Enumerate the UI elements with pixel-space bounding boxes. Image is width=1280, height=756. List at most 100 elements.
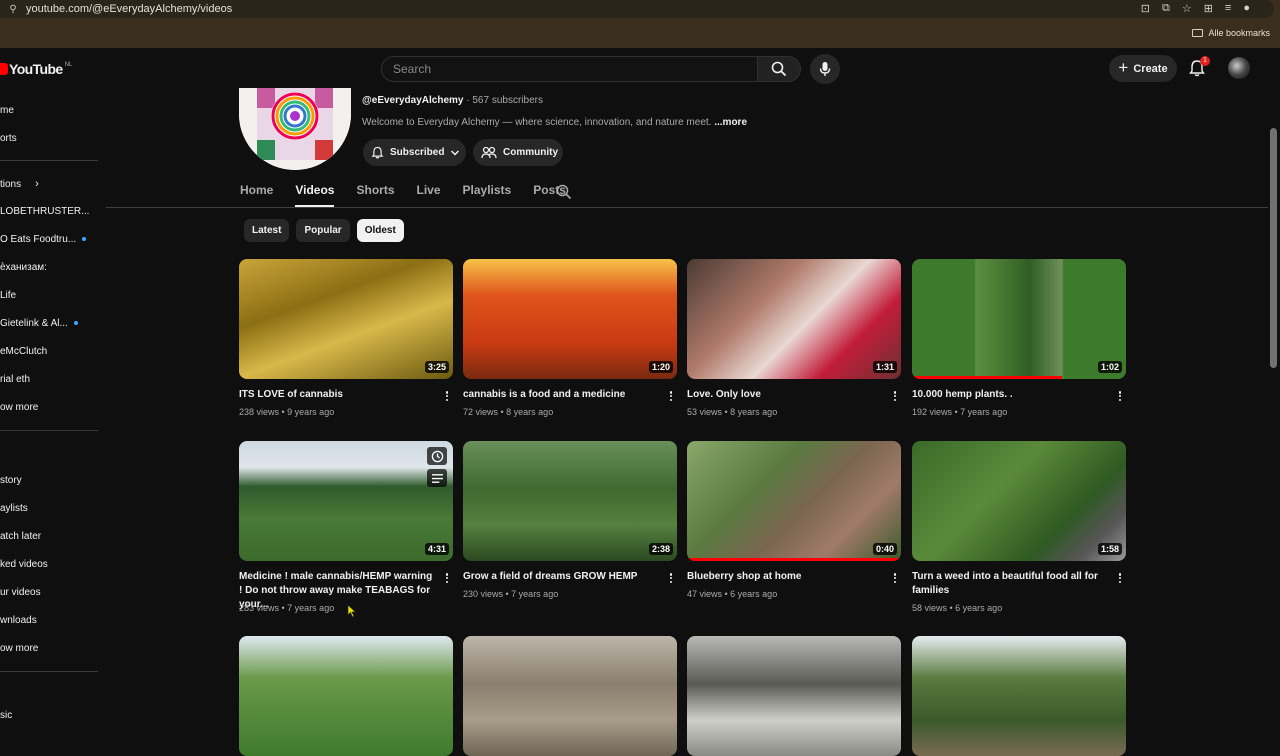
sidebar-item-your-videos[interactable]: ur videos	[0, 587, 41, 598]
video-card[interactable]	[687, 636, 901, 756]
video-card[interactable]: 2:38 Grow a field of dreams GROW HEMP 230 …	[463, 441, 677, 599]
video-title[interactable]: Love. Only love	[687, 388, 883, 402]
video-title[interactable]: Grow a field of dreams GROW HEMP	[463, 570, 659, 584]
open-in-app-icon[interactable]: ⧉	[1162, 2, 1170, 15]
all-bookmarks-button[interactable]: Alle bookmarks	[1192, 28, 1270, 38]
sidebar-show-more[interactable]: ow more	[0, 643, 38, 654]
description-more-link[interactable]: ...more	[714, 117, 747, 128]
subscribed-button[interactable]: Subscribed	[363, 139, 466, 166]
sidebar-subscription[interactable]: eMcClutch	[0, 346, 47, 357]
bookmark-star-icon[interactable]: ☆	[1182, 2, 1192, 15]
youtube-logo[interactable]: YouTube NL	[0, 61, 72, 77]
video-metadata: 238 views • 9 years ago	[239, 407, 335, 417]
more-actions-icon[interactable]	[1116, 389, 1124, 403]
account-avatar[interactable]	[1228, 57, 1250, 79]
video-thumbnail[interactable]: 2:38	[463, 441, 677, 561]
chip-oldest[interactable]: Oldest	[356, 219, 404, 242]
sidebar-item-subscriptions[interactable]: tions ›	[0, 178, 39, 190]
video-card[interactable]	[239, 636, 453, 756]
search-icon	[771, 61, 787, 77]
sidebar-item-watch-later[interactable]: atch later	[0, 531, 41, 542]
video-card[interactable]: 1:58 Turn a weed into a beautiful food al…	[912, 441, 1126, 613]
more-actions-icon[interactable]	[891, 571, 899, 585]
search-button[interactable]	[757, 56, 801, 82]
sidebar-item-history[interactable]: story	[0, 475, 22, 486]
video-card[interactable]	[463, 636, 677, 756]
voice-search-button[interactable]	[810, 54, 840, 84]
video-thumbnail[interactable]: 1:20	[463, 259, 677, 379]
sidebar-item-music[interactable]: sic	[0, 710, 12, 721]
media-icon[interactable]: ≡	[1225, 2, 1231, 15]
video-card[interactable]: 0:40 Blueberry shop at home 47 views • 6 y…	[687, 441, 901, 599]
url-box[interactable]: ⚲ youtube.com/@eEverydayAlchemy/videos	[0, 0, 1274, 18]
site-info-icon[interactable]: ⚲	[0, 4, 26, 15]
watch-later-icon[interactable]	[427, 447, 447, 465]
video-thumbnail[interactable]: 1:31	[687, 259, 901, 379]
video-duration: 1:58	[1097, 543, 1122, 555]
video-thumbnail[interactable]: 3:25	[239, 259, 453, 379]
video-card[interactable]: 1:02 10.000 hemp plants. . 192 views • 7 y…	[912, 259, 1126, 417]
search-input[interactable]	[382, 57, 757, 81]
sidebar-subscription[interactable]: Life	[0, 290, 16, 301]
video-card[interactable]: 1:20 cannabis is a food and a medicine 72 …	[463, 259, 677, 417]
sidebar-item-shorts[interactable]: orts	[0, 133, 17, 144]
video-card[interactable]: 1:31 Love. Only love 53 views • 8 years ag…	[687, 259, 901, 417]
channel-search-icon[interactable]	[556, 184, 572, 200]
sidebar-subscription[interactable]: Gietelink & Al...	[0, 318, 78, 329]
sidebar-subscription[interactable]: rial eth	[0, 374, 30, 385]
page-scrollbar[interactable]	[1270, 128, 1277, 368]
video-thumbnail[interactable]: 4:31	[239, 441, 453, 561]
sidebar-item-home[interactable]: me	[0, 105, 14, 116]
translate-icon[interactable]: ⊡	[1141, 2, 1150, 15]
community-button[interactable]: Community	[473, 139, 563, 166]
search-box[interactable]	[381, 56, 758, 82]
more-actions-icon[interactable]	[1116, 571, 1124, 585]
sidebar-item-downloads[interactable]: wnloads	[0, 615, 37, 626]
sidebar-subscription[interactable]: ѐханизам:	[0, 262, 47, 273]
more-actions-icon[interactable]	[667, 389, 675, 403]
video-title[interactable]: ITS LOVE of cannabis	[239, 388, 435, 402]
video-thumbnail[interactable]	[687, 636, 901, 756]
tab-shorts[interactable]: Shorts	[356, 183, 394, 207]
sidebar-subscription[interactable]: O Eats Foodtru...	[0, 234, 87, 245]
sidebar-show-more[interactable]: ow more	[0, 402, 38, 413]
extensions-icon[interactable]: ⊞	[1204, 2, 1213, 15]
tab-videos[interactable]: Videos	[295, 183, 335, 207]
more-actions-icon[interactable]	[891, 389, 899, 403]
sidebar-subscription[interactable]: LOBETHRUSTER...	[0, 206, 89, 217]
more-actions-icon[interactable]	[443, 389, 451, 403]
video-thumbnail[interactable]	[912, 636, 1126, 756]
tab-home[interactable]: Home	[240, 183, 273, 207]
video-card[interactable]: 3:25 ITS LOVE of cannabis 238 views • 9 ye…	[239, 259, 453, 417]
sidebar-item-liked-videos[interactable]: ked videos	[0, 559, 48, 570]
tab-live[interactable]: Live	[417, 183, 441, 207]
create-button[interactable]: + Create	[1109, 55, 1177, 82]
video-title[interactable]: cannabis is a food and a medicine	[463, 388, 659, 402]
chip-latest[interactable]: Latest	[244, 219, 290, 242]
url-text[interactable]: youtube.com/@eEverydayAlchemy/videos	[26, 3, 232, 15]
bookmarks-bar: Alle bookmarks	[0, 20, 1280, 48]
video-thumbnail[interactable]: 1:58	[912, 441, 1126, 561]
video-card[interactable]	[912, 636, 1126, 756]
video-thumbnail[interactable]: 0:40	[687, 441, 901, 561]
sort-chips: Latest Popular Oldest	[244, 219, 404, 242]
channel-avatar[interactable]	[239, 88, 351, 170]
video-title[interactable]: 10.000 hemp plants. .	[912, 388, 1108, 402]
tab-playlists[interactable]: Playlists	[463, 183, 512, 207]
channel-info: @eEverydayAlchemy · 567 subscribers	[362, 95, 543, 106]
video-thumbnail[interactable]: 1:02	[912, 259, 1126, 379]
add-to-queue-icon[interactable]	[427, 469, 447, 487]
more-actions-icon[interactable]	[667, 571, 675, 585]
video-metadata: 53 views • 8 years ago	[687, 407, 778, 417]
chip-popular[interactable]: Popular	[296, 219, 350, 242]
video-card[interactable]: 4:31 Medicine ! male cannabis/HEMP warnin…	[239, 441, 453, 613]
video-thumbnail[interactable]	[463, 636, 677, 756]
channel-description[interactable]: Welcome to Everyday Alchemy — where scie…	[362, 117, 747, 128]
profile-icon[interactable]: ●	[1243, 2, 1250, 15]
video-title[interactable]: Turn a weed into a beautiful food all fo…	[912, 570, 1108, 598]
video-title[interactable]: Blueberry shop at home	[687, 570, 883, 584]
sidebar-item-label: ow more	[0, 643, 39, 654]
sidebar-item-playlists[interactable]: aylists	[0, 503, 28, 514]
more-actions-icon[interactable]	[443, 571, 451, 585]
video-thumbnail[interactable]	[239, 636, 453, 756]
